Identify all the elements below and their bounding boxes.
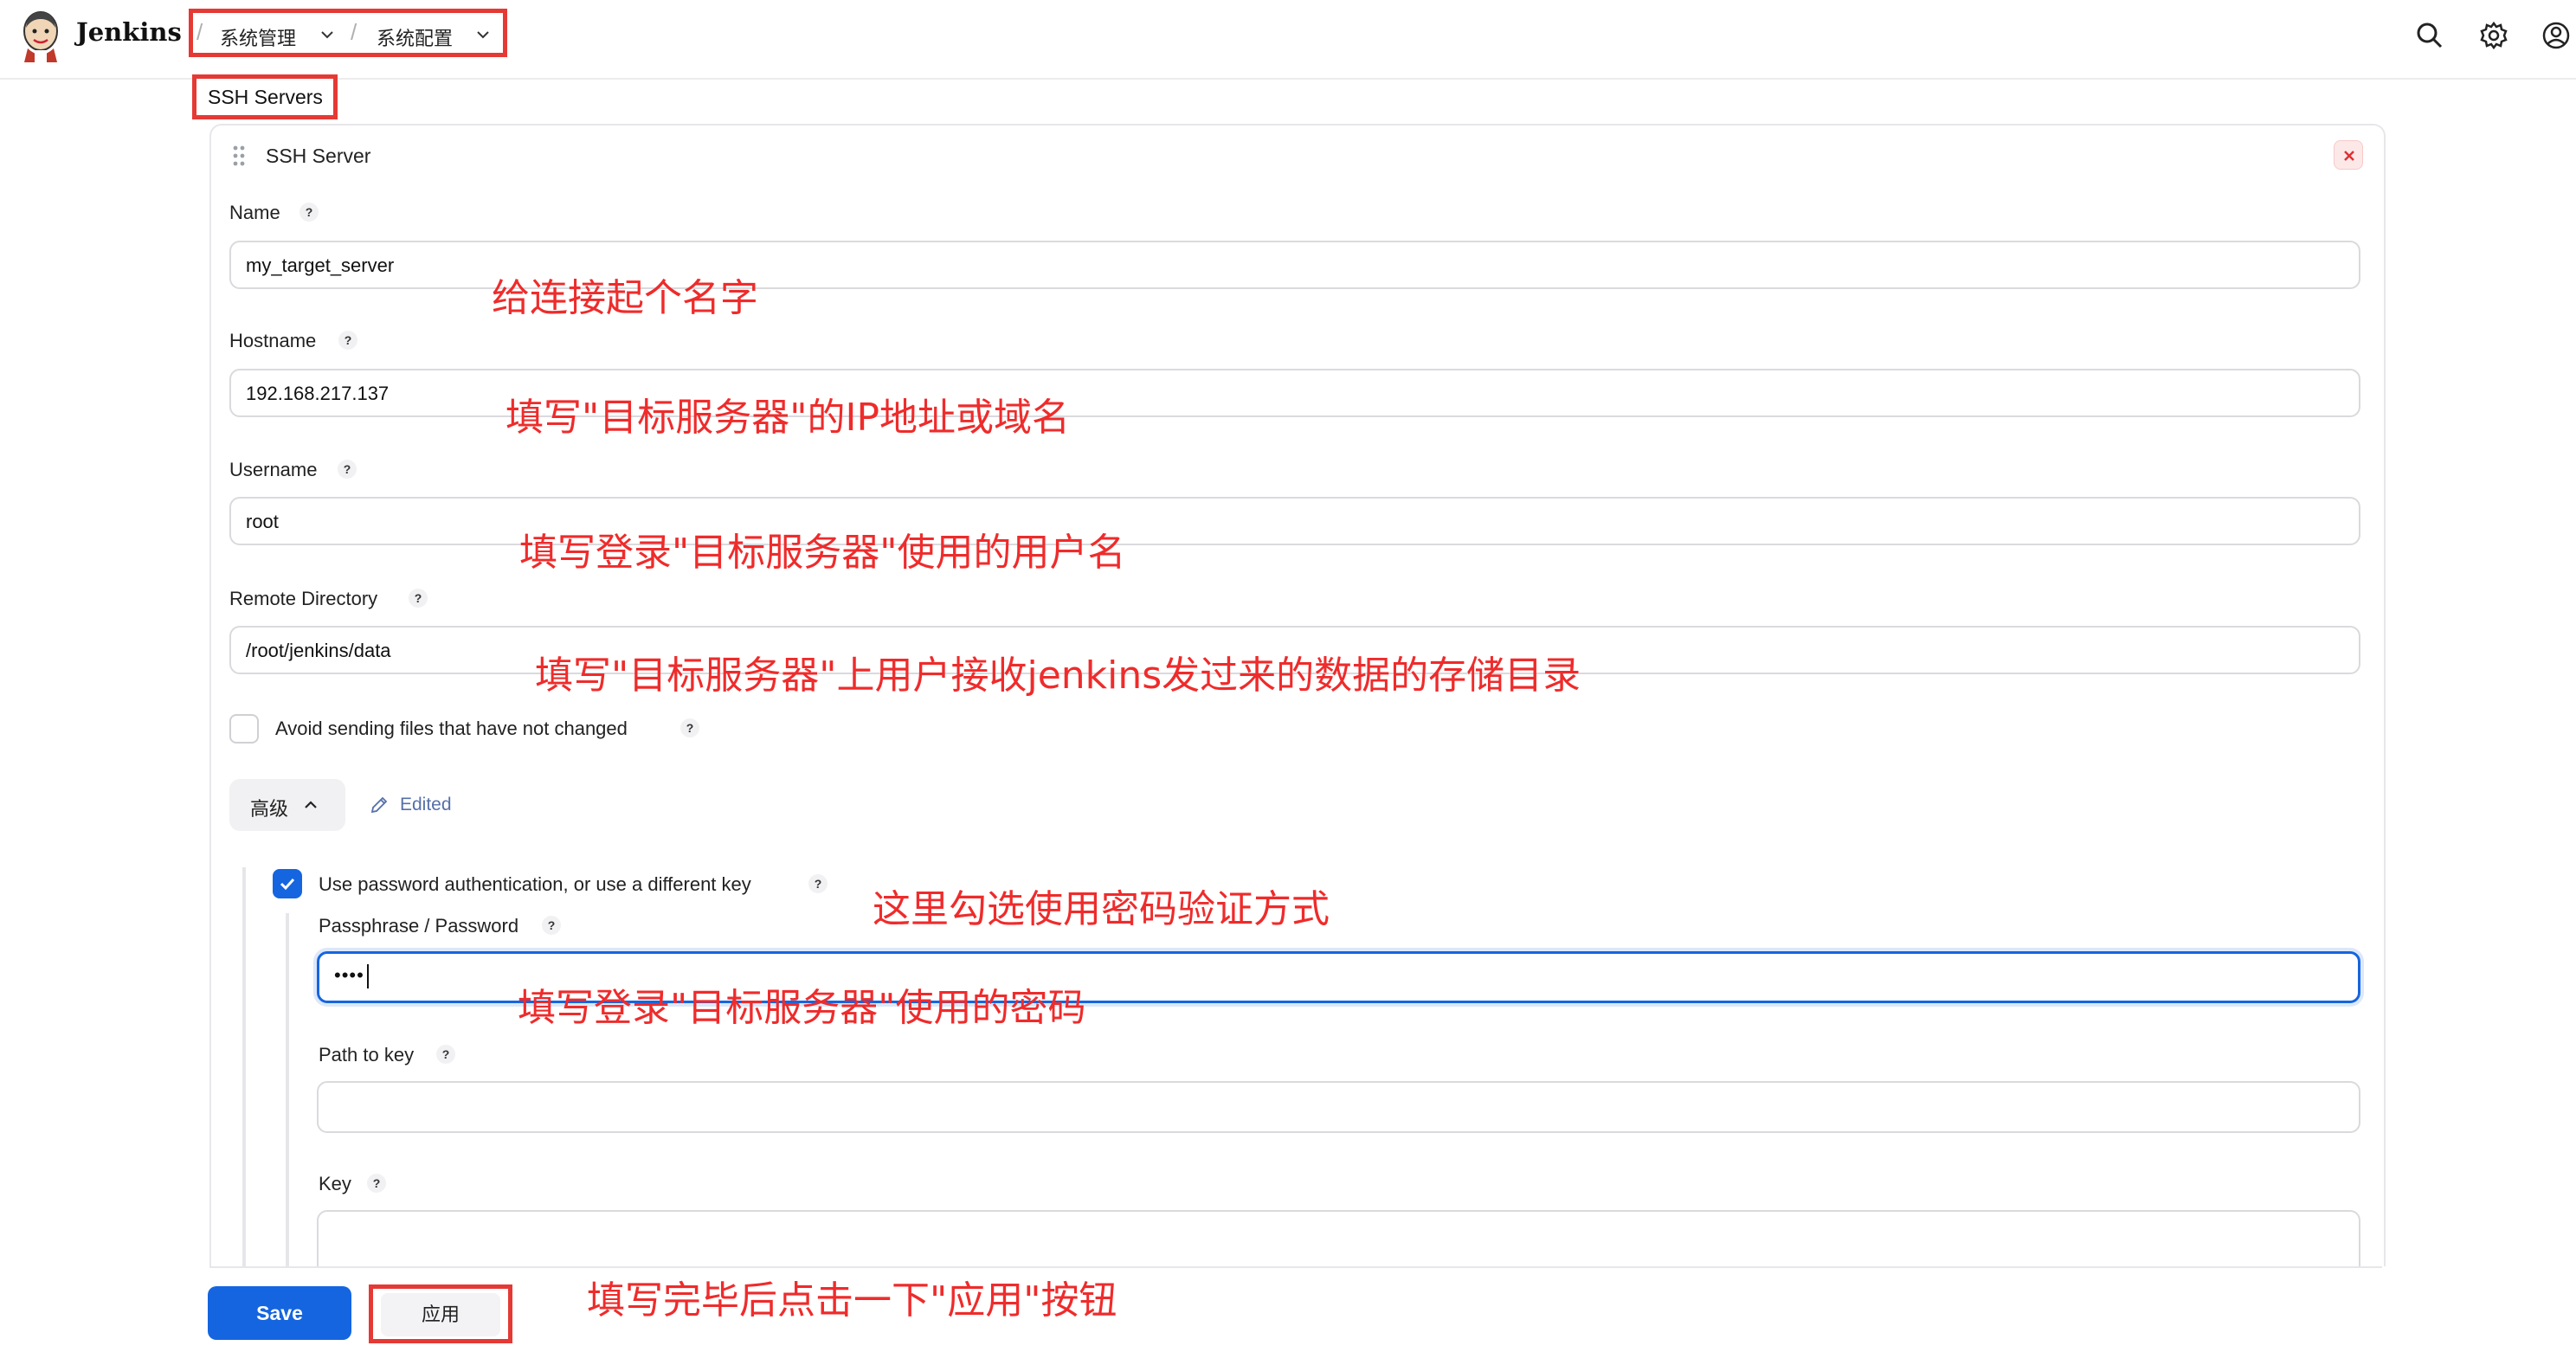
remote-directory-help-icon[interactable]: ? [409, 589, 428, 608]
save-button[interactable]: Save [208, 1286, 351, 1340]
text-cursor [367, 964, 369, 988]
delete-server-button[interactable] [2334, 140, 2363, 170]
user-account-icon[interactable] [2541, 21, 2571, 50]
nested-section-bar [286, 913, 289, 1268]
drag-handle-icon[interactable] [232, 145, 246, 167]
name-value: my_target_server [246, 254, 395, 276]
brand-name[interactable]: Jenkins [76, 17, 182, 47]
annotation-name: 给连接起个名字 [492, 276, 758, 320]
chevron-up-icon [305, 801, 317, 808]
apply-button[interactable]: 应用 [381, 1293, 500, 1336]
username-help-icon[interactable]: ? [338, 460, 357, 479]
checkmark-icon [280, 878, 295, 891]
gear-icon[interactable] [2479, 21, 2508, 50]
hostname-label: Hostname [229, 330, 317, 351]
annotation-remote-directory: 填写"目标服务器"上用户接收jenkins发过来的数据的存储目录 [535, 653, 1581, 698]
hostname-help-icon[interactable]: ? [338, 331, 357, 350]
username-label: Username [229, 459, 318, 480]
pencil-icon [370, 796, 388, 814]
annotation-password: 填写登录"目标服务器"使用的密码 [518, 986, 1086, 1030]
key-label: Key [319, 1173, 351, 1194]
name-help-icon[interactable]: ? [299, 203, 319, 222]
search-icon[interactable] [2415, 21, 2444, 50]
jenkins-logo-icon[interactable] [19, 9, 62, 62]
path-to-key-label: Path to key [319, 1044, 415, 1066]
path-to-key-help-icon[interactable]: ? [436, 1045, 455, 1064]
passphrase-value: •••• [334, 964, 364, 986]
annotation-apply: 填写完毕后点击一下"应用"按钮 [587, 1278, 1117, 1323]
hostname-value: 192.168.217.137 [246, 383, 390, 404]
annotation-hostname: 填写"目标服务器"的IP地址或域名 [506, 396, 1070, 440]
key-help-icon[interactable]: ? [367, 1174, 386, 1193]
breadcrumb-item-system-management[interactable]: 系统管理 [220, 23, 296, 51]
remote-directory-label: Remote Directory [229, 588, 378, 609]
divider [209, 1266, 2382, 1268]
edited-indicator: Edited [400, 795, 452, 814]
path-to-key-input[interactable] [317, 1081, 2360, 1133]
avoid-sending-label: Avoid sending files that have not change… [275, 718, 628, 739]
advanced-label: 高级 [250, 798, 289, 820]
use-password-help-icon[interactable]: ? [808, 874, 828, 893]
close-icon [2344, 151, 2354, 161]
passphrase-help-icon[interactable]: ? [542, 916, 561, 935]
chevron-down-icon[interactable] [476, 28, 490, 42]
avoid-sending-help-icon[interactable]: ? [680, 718, 699, 737]
nested-section-bar [242, 867, 246, 1268]
username-value: root [246, 511, 279, 532]
use-password-checkbox[interactable] [273, 869, 302, 898]
chevron-down-icon[interactable] [320, 28, 334, 42]
annotation-username: 填写登录"目标服务器"使用的用户名 [519, 531, 1126, 575]
advanced-toggle-button[interactable]: 高级 [229, 779, 345, 831]
breadcrumb-separator: / [351, 19, 357, 45]
remote-directory-value: /root/jenkins/data [246, 640, 391, 661]
avoid-sending-checkbox[interactable] [229, 714, 259, 744]
breadcrumb-separator: / [196, 19, 203, 45]
breadcrumb-item-system-config[interactable]: 系统配置 [377, 23, 453, 51]
passphrase-label: Passphrase / Password [319, 915, 519, 937]
name-label: Name [229, 202, 280, 223]
use-password-label: Use password authentication, or use a di… [319, 873, 751, 895]
panel-title: SSH Server [266, 145, 371, 167]
section-label: SSH Servers [208, 86, 323, 108]
annotation-use-password: 这里勾选使用密码验证方式 [873, 887, 1330, 931]
